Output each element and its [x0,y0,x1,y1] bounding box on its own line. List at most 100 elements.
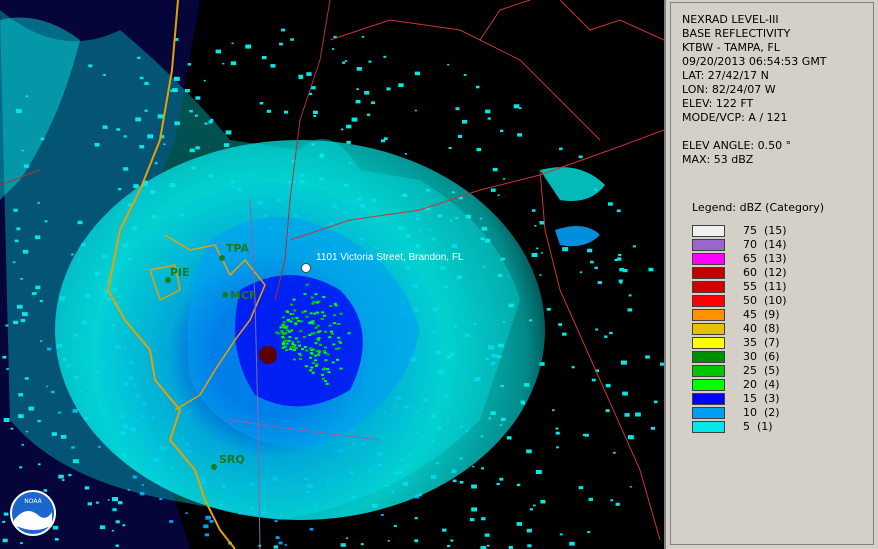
echo-pixel [2,538,8,543]
echo-pixel-green [337,336,341,339]
echo-pixel-green [314,326,318,329]
echo-pixel [618,279,623,283]
echo-pixel [506,436,512,440]
echo-pixel [635,412,641,417]
echo-pixel-green [314,359,317,362]
echo-pixel-green [337,323,341,325]
location-marker-icon[interactable] [301,263,311,273]
city-tpa: TPA [226,242,250,255]
echo-pixel-green [323,314,326,317]
echo-pixel-green [301,348,304,351]
echo-pixel [187,63,191,66]
city-pie: PIE [170,266,190,279]
echo-pixel [613,451,616,454]
echo-pixel-green [313,312,317,315]
echo-pixel [472,465,475,468]
echo-pixel-green [315,350,319,353]
echo-pixel-green [305,315,309,318]
echo-pixel-green [332,343,336,346]
echo-pixel-green [283,345,287,348]
echo-pixel [535,469,542,475]
echo-pixel [533,504,536,507]
echo-pixel [484,533,490,537]
echo-pixel-green [290,303,294,306]
echo-pixel-green [328,336,332,339]
echo-pixel-green [324,330,328,333]
echo-pixel [284,544,288,546]
echo-pixel [517,133,523,137]
echo-pixel-green [310,321,314,324]
echo-pixel [559,147,563,151]
echo-pixel [387,540,390,542]
echo-pixel [205,515,211,520]
echo-pixel-green [321,377,325,380]
echo-pixel [620,360,627,365]
echo-pixel-green [285,342,289,345]
echo-pixel-green [303,346,307,348]
echo-pixel [659,362,664,366]
legend-swatch [692,351,725,363]
echo-pixel-green [288,336,292,338]
echo-pixel-green [297,319,301,322]
echo-pixel [571,366,575,369]
max-dbz: MAX: 53 dBZ [682,153,754,166]
echo-pixel [361,36,365,38]
echo-pixel [84,486,90,490]
echo-pixel-green [310,296,314,299]
echo-pixel [471,484,477,489]
echo-pixel-green [323,351,327,354]
echo-pixel [462,120,468,124]
echo-pixel-green [333,314,336,317]
echo-pixel [274,520,278,523]
echo-pixel [536,247,539,250]
echo-pixel [455,107,460,111]
echo-pixel-green [283,326,287,329]
echo-pixel [605,383,611,388]
legend-swatch [692,365,725,377]
echo-pixel [351,117,358,122]
legend-swatch [692,309,725,321]
longitude: LON: 82/24/07 W [682,83,776,96]
radar-image: TPA PIE MCF SRQ 1101 Victoria Street, Br… [0,0,664,549]
echo-pixel [225,130,232,135]
echo-pixel [555,427,559,430]
echo-pixel [309,527,314,531]
echo-pixel-green [281,323,285,326]
echo-pixel [368,60,372,63]
echo-pixel [442,528,447,532]
echo-pixel-green [321,311,325,314]
legend-label: 65 (13) [743,252,787,265]
legend-swatch [692,267,725,279]
echo-pixel-green [310,366,314,369]
legend-label: 75 (15) [743,224,787,237]
elevation: ELEV: 122 FT [682,97,754,110]
legend-label: 35 (7) [743,336,780,349]
legend-label: 5 (1) [743,420,773,433]
echo-pixel [58,474,64,479]
echo-pixel [650,426,655,430]
echo-pixel [383,55,387,58]
echo-pixel-green [324,346,327,349]
echo-pixel-green [295,317,299,320]
echo-pixel-green [322,296,326,298]
echo-pixel [342,61,346,64]
echo-pixel [231,42,234,45]
echo-pixel-green [285,349,289,352]
radar-map[interactable]: TPA PIE MCF SRQ 1101 Victoria Street, Br… [0,0,666,549]
echo-pixel [54,538,59,541]
echo-pixel [526,449,532,454]
echo-pixel [614,258,618,261]
city-srq: SRQ [219,453,245,466]
echo-pixel [2,355,7,359]
echo-pixel [610,499,614,502]
echo-pixel [616,209,621,213]
echo-pixel-green [292,346,296,349]
echo-pixel [87,502,92,506]
echo-pixel [591,378,596,382]
echo-pixel [590,260,594,264]
echo-pixel-green [336,358,339,361]
legend-label: 55 (11) [743,280,787,293]
echo-pixel [344,60,348,62]
echo-pixel [531,209,536,212]
echo-pixel-green [328,324,332,327]
